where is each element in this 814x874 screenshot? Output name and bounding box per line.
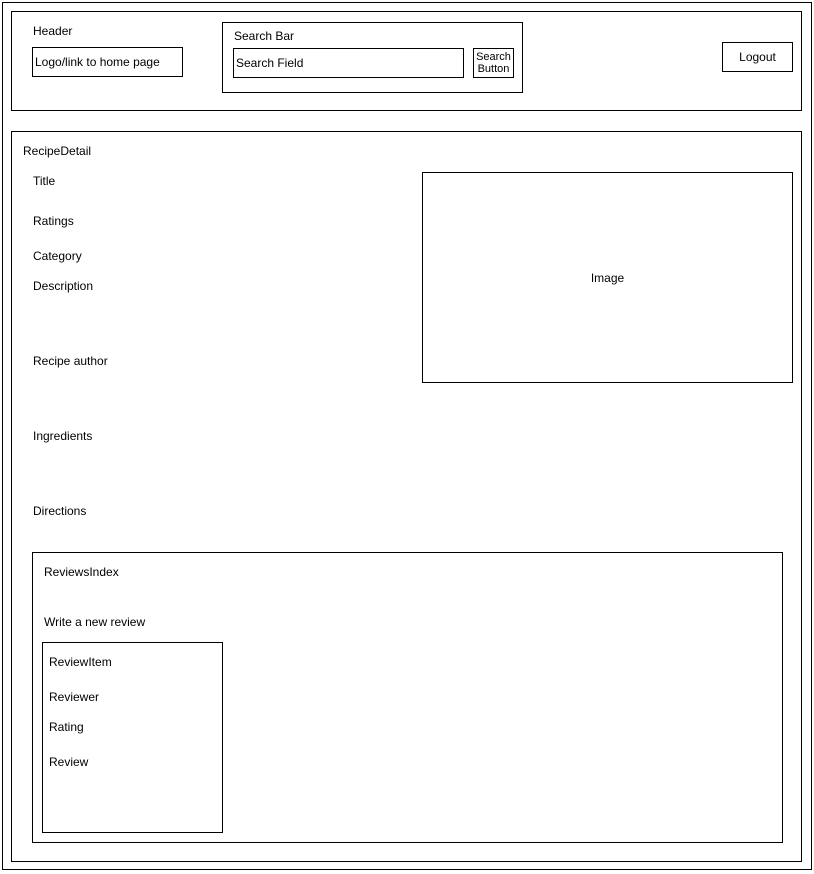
search-field-label: Search Field [236,56,304,70]
recipe-ratings: Ratings [33,214,74,228]
logout-button-label: Logout [739,50,776,64]
header-label: Header [33,24,73,38]
reviews-index-section: ReviewsIndex Write a new review ReviewIt… [32,552,783,843]
search-bar-label: Search Bar [234,29,295,43]
recipe-image: Image [422,172,793,383]
review-item-rating: Rating [49,720,84,734]
review-item-reviewer: Reviewer [49,690,100,704]
review-item: ReviewItem Reviewer Rating Review [42,642,223,833]
recipe-author: Recipe author [33,354,108,368]
logo-home-link[interactable]: Logo/link to home page [32,47,183,77]
search-button-label-line1: Search [476,51,511,63]
recipe-ingredients: Ingredients [33,429,93,443]
recipe-detail-label: RecipeDetail [23,144,92,158]
search-button-label-line2: Button [477,63,510,75]
recipe-title: Title [33,174,56,188]
logo-home-link-label: Logo/link to home page [35,55,160,69]
logout-button[interactable]: Logout [722,42,793,72]
search-button[interactable]: Search Button [473,48,514,78]
recipe-directions: Directions [33,504,87,518]
header-section: Header Logo/link to home page Search Bar… [11,11,802,111]
review-item-review: Review [49,755,89,769]
review-item-label: ReviewItem [49,655,112,669]
reviews-index-label: ReviewsIndex [44,565,119,579]
recipe-description: Description [33,279,94,293]
recipe-detail-section: RecipeDetail Title Ratings Category Desc… [11,131,802,862]
recipe-category: Category [33,249,82,263]
write-review-link[interactable]: Write a new review [44,615,145,629]
search-bar: Search Bar Search Field Search Button [222,22,523,93]
search-field[interactable]: Search Field [233,48,464,78]
recipe-image-label: Image [590,270,625,285]
